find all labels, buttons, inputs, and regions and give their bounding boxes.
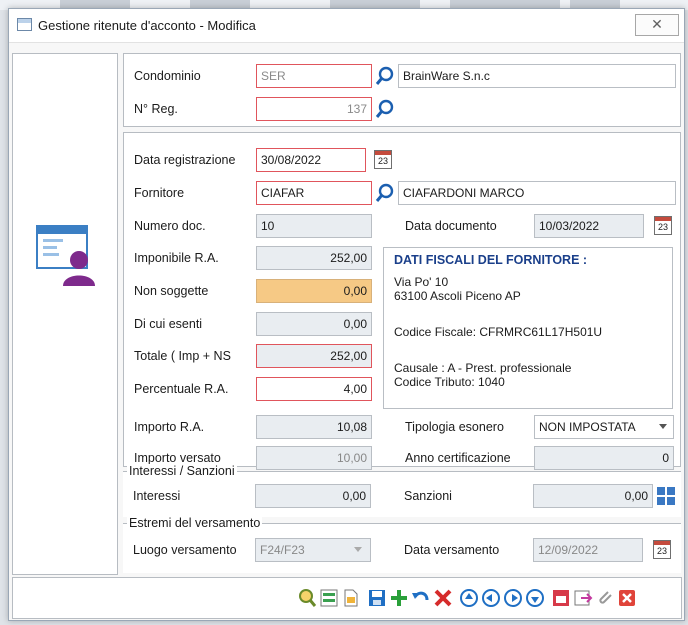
- versamento-group: Estremi del versamento Luogo versamento …: [123, 516, 681, 573]
- anno-certificazione-label: Anno certificazione: [405, 451, 511, 465]
- close-window-button[interactable]: ✕: [635, 14, 679, 36]
- luogo-versamento-select[interactable]: F24/F23: [255, 538, 371, 562]
- importo-ra-field[interactable]: 10,08: [256, 415, 372, 439]
- versamento-group-title: Estremi del versamento: [127, 516, 263, 530]
- interessi-group-title: Interessi / Sanzioni: [127, 464, 237, 478]
- numero-doc-label: Numero doc.: [134, 219, 206, 233]
- app-window-icon: [17, 18, 32, 31]
- fiscal-codice-fiscale: Codice Fiscale: CFRMRC61L17H501U: [394, 325, 603, 339]
- percentuale-label: Percentuale R.A.: [134, 382, 229, 396]
- totale-field[interactable]: 252,00: [256, 344, 372, 368]
- di-cui-esenti-label: Di cui esenti: [134, 317, 203, 331]
- condominio-code-field[interactable]: SER: [256, 64, 372, 88]
- title-bar: Gestione ritenute d'acconto - Modifica ✕: [9, 9, 684, 43]
- data-documento-calendar-icon[interactable]: 23: [654, 216, 672, 235]
- imponibile-label: Imponibile R.A.: [134, 251, 219, 265]
- luogo-versamento-value: F24/F23: [260, 543, 305, 557]
- condominio-label: Condominio: [134, 69, 201, 83]
- data-registrazione-field[interactable]: 30/08/2022: [256, 148, 366, 172]
- fiscal-causale: Causale : A - Prest. professionale: [394, 361, 572, 375]
- fiscal-data-box: DATI FISCALI DEL FORNITORE : Via Po' 10 …: [383, 247, 673, 409]
- fiscal-heading: DATI FISCALI DEL FORNITORE :: [394, 253, 588, 267]
- nreg-label: N° Reg.: [134, 102, 178, 116]
- fornitore-search-icon[interactable]: [374, 182, 396, 204]
- numero-doc-field[interactable]: 10: [256, 214, 372, 238]
- dropdown-arrow-icon[interactable]: [354, 547, 362, 552]
- condominio-search-icon[interactable]: [374, 65, 396, 87]
- anno-certificazione-field[interactable]: 0: [534, 446, 674, 470]
- close-icon[interactable]: [617, 588, 637, 608]
- totale-label: Totale ( Imp + NS: [134, 349, 231, 363]
- calendar-report-icon[interactable]: [551, 588, 571, 608]
- user-form-icon: [36, 225, 95, 286]
- interessi-label: Interessi: [133, 489, 181, 503]
- calculator-grid-icon[interactable]: [655, 485, 677, 507]
- non-soggette-field[interactable]: 0,00: [256, 279, 372, 303]
- data-versamento-label: Data versamento: [404, 543, 500, 557]
- search-icon[interactable]: [297, 588, 317, 608]
- window-title: Gestione ritenute d'acconto - Modifica: [38, 18, 256, 33]
- data-documento-field[interactable]: 10/03/2022: [534, 214, 644, 238]
- dialog-window: Gestione ritenute d'acconto - Modifica ✕…: [8, 8, 685, 621]
- condominio-name-field: BrainWare S.n.c: [398, 64, 676, 88]
- undo-icon[interactable]: [411, 588, 431, 608]
- luogo-versamento-label: Luogo versamento: [133, 543, 237, 557]
- side-pane: [12, 53, 118, 575]
- fornitore-code-field[interactable]: CIAFAR: [256, 181, 372, 205]
- bottom-toolbar: [12, 577, 682, 619]
- importo-ra-label: Importo R.A.: [134, 420, 205, 434]
- tipologia-esonero-value: NON IMPOSTATA: [539, 420, 636, 434]
- save-icon[interactable]: [367, 588, 387, 608]
- fiscal-codice-tributo: Codice Tributo: 1040: [394, 375, 505, 389]
- last-record-icon[interactable]: [525, 588, 545, 608]
- next-record-icon[interactable]: [503, 588, 523, 608]
- non-soggette-label: Non soggette: [134, 284, 209, 298]
- previous-record-icon[interactable]: [481, 588, 501, 608]
- tipologia-esonero-label: Tipologia esonero: [405, 420, 504, 434]
- document-icon[interactable]: [341, 588, 361, 608]
- sanzioni-field[interactable]: 0,00: [533, 484, 653, 508]
- importo-versato-label: Importo versato: [134, 451, 221, 465]
- nreg-search-icon[interactable]: [374, 98, 396, 120]
- attach-icon[interactable]: [595, 588, 615, 608]
- data-registrazione-calendar-icon[interactable]: 23: [374, 150, 392, 169]
- percentuale-field[interactable]: 4,00: [256, 377, 372, 401]
- fornitore-name-field: CIAFARDONI MARCO: [398, 181, 676, 205]
- data-versamento-calendar-icon[interactable]: 23: [653, 540, 671, 559]
- add-icon[interactable]: [389, 588, 409, 608]
- fiscal-address-line1: Via Po' 10: [394, 275, 449, 289]
- fiscal-address-line2: 63100 Ascoli Piceno AP: [394, 289, 521, 303]
- data-documento-label: Data documento: [405, 219, 497, 233]
- interessi-group: Interessi / Sanzioni Interessi 0,00 Sanz…: [123, 464, 681, 517]
- export-icon[interactable]: [573, 588, 593, 608]
- sanzioni-label: Sanzioni: [404, 489, 452, 503]
- header-panel: Condominio SER BrainWare S.n.c N° Reg. 1…: [123, 53, 681, 127]
- imponibile-field[interactable]: 252,00: [256, 246, 372, 270]
- refresh-icon[interactable]: [319, 588, 339, 608]
- data-versamento-field[interactable]: 12/09/2022: [533, 538, 643, 562]
- fornitore-label: Fornitore: [134, 186, 185, 200]
- nreg-field[interactable]: 137: [256, 97, 372, 121]
- first-record-icon[interactable]: [459, 588, 479, 608]
- di-cui-esenti-field[interactable]: 0,00: [256, 312, 372, 336]
- interessi-field[interactable]: 0,00: [255, 484, 371, 508]
- dropdown-arrow-icon[interactable]: [659, 424, 667, 429]
- data-registrazione-label: Data registrazione: [134, 153, 236, 167]
- delete-icon[interactable]: [433, 588, 453, 608]
- importo-versato-field[interactable]: 10,00: [256, 446, 372, 470]
- tipologia-esonero-select[interactable]: NON IMPOSTATA: [534, 415, 674, 439]
